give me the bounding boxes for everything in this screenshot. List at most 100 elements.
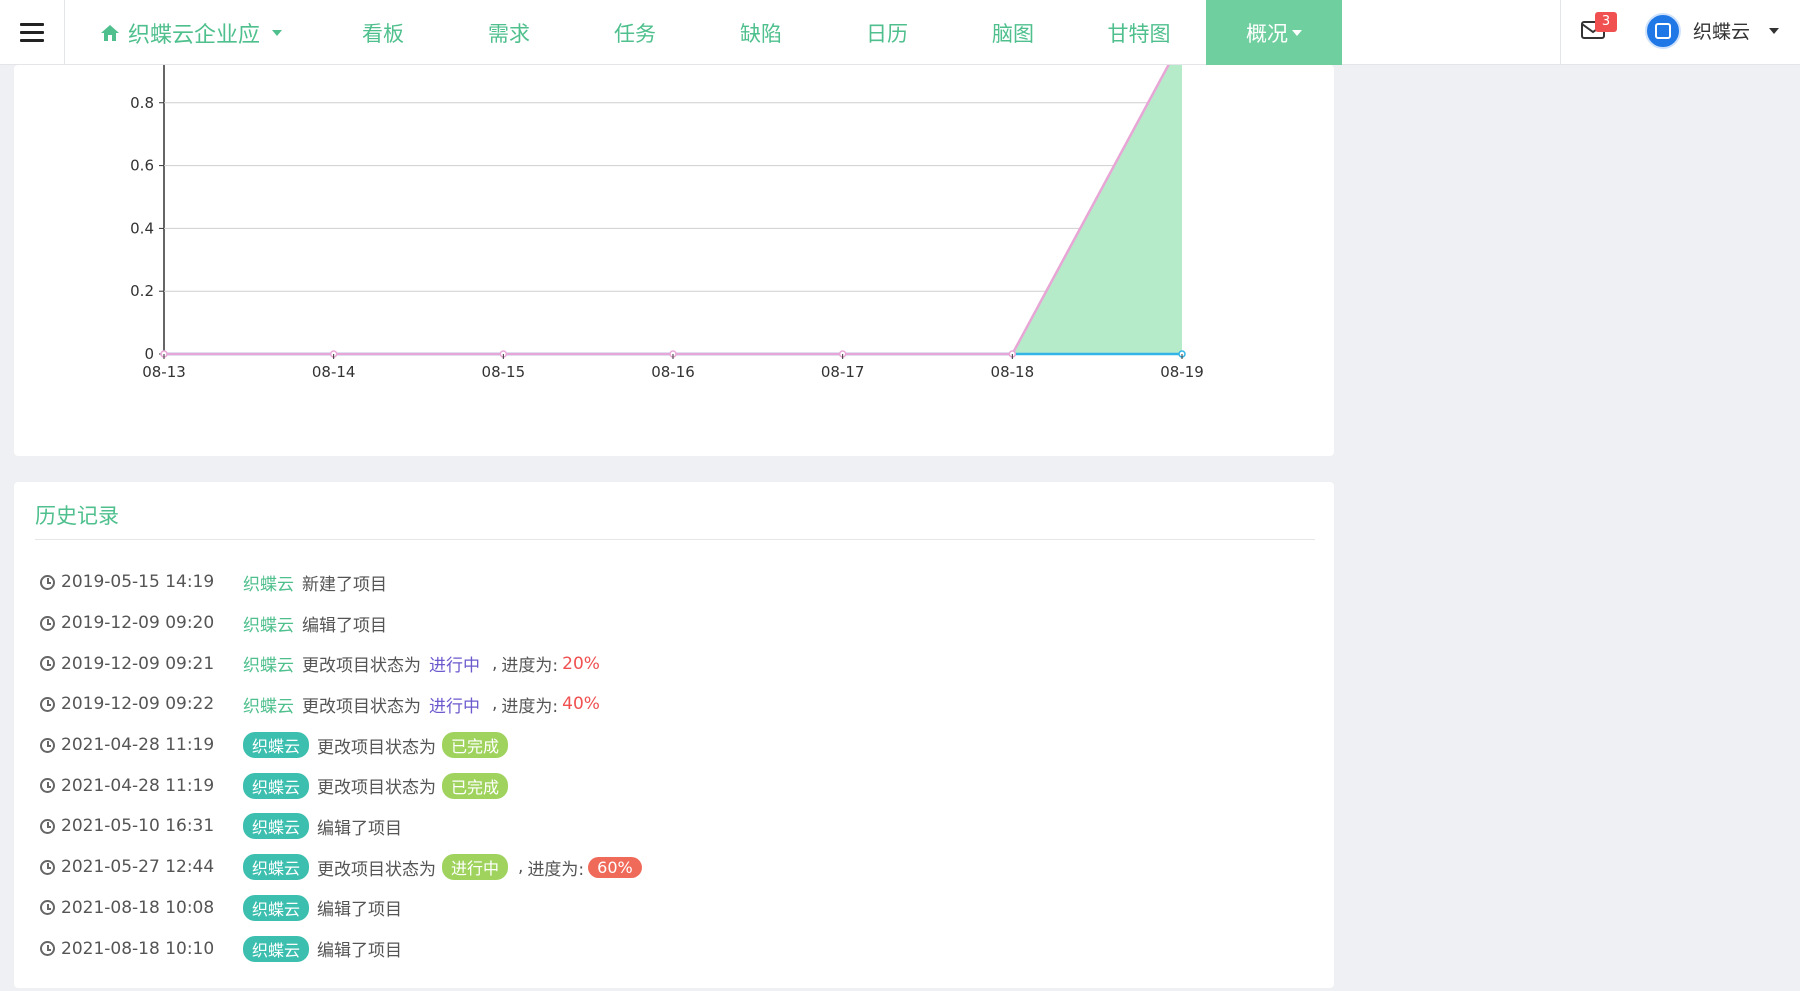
tab-tasks[interactable]: 任务 [572, 0, 698, 65]
tab-gantt[interactable]: 甘特图 [1076, 0, 1202, 65]
progress-label: 进度为: [501, 656, 559, 677]
mail-count-badge: 3 [1595, 12, 1617, 32]
y-tick-label: 0.6 [130, 157, 154, 175]
clock-icon [40, 859, 55, 875]
tab-calendar[interactable]: 日历 [824, 0, 950, 65]
status-badge: 已完成 [442, 732, 509, 759]
menu-toggle-icon[interactable] [0, 0, 65, 65]
history-time: 2019-12-09 09:20 [61, 613, 215, 634]
x-tick-label: 08-15 [482, 363, 526, 381]
history-user[interactable]: 织蝶云 [243, 894, 310, 921]
history-user[interactable]: 织蝶云 [243, 570, 294, 595]
series-line-0 [164, 65, 1170, 356]
history-action: 编辑了项目 [302, 615, 387, 636]
tab-defects[interactable]: 缺陷 [698, 0, 824, 65]
history-action: 更改项目状态为 [302, 656, 421, 677]
history-user[interactable]: 织蝶云 [243, 935, 310, 962]
clock-icon [40, 778, 55, 794]
history-user[interactable]: 织蝶云 [243, 692, 294, 717]
history-action: 编辑了项目 [317, 941, 403, 962]
clock-icon [40, 615, 55, 631]
home-icon [101, 24, 119, 41]
tab-mindmap[interactable]: 脑图 [950, 0, 1076, 65]
history-list: 2019-05-15 14:19 织蝶云 新建了项目 2019-12-09 09:20… [40, 562, 1320, 969]
history-action: 更改项目状态为 [302, 696, 421, 717]
project-switcher[interactable]: 织蝶云企业应 [100, 0, 283, 65]
module-tabs: 看板 需求 任务 缺陷 日历 脑图 甘特图 概况 [320, 0, 1342, 65]
history-item: 2021-05-10 16:31 织蝶云 编辑了项目 [40, 806, 1320, 847]
chevron-down-icon [1292, 29, 1302, 36]
status-badge: 已完成 [442, 772, 509, 799]
separator: , [492, 694, 498, 715]
clock-icon [40, 900, 55, 916]
separator: , [492, 653, 498, 674]
y-tick-label: 0.8 [130, 94, 154, 112]
progress-label: 进度为: [527, 859, 585, 880]
y-tick-label: 0.4 [130, 219, 154, 237]
history-user[interactable]: 织蝶云 [243, 854, 310, 881]
x-tick-label: 08-13 [142, 363, 186, 381]
history-user[interactable]: 织蝶云 [243, 732, 310, 759]
history-user[interactable]: 织蝶云 [243, 611, 294, 636]
x-tick-label: 08-16 [651, 363, 695, 381]
history-item: 2019-12-09 09:22 织蝶云 更改项目状态为 进行中, 进度为: 40% [40, 684, 1320, 725]
x-tick-label: 08-18 [991, 363, 1035, 381]
history-time: 2021-05-27 12:44 [61, 857, 215, 878]
history-action: 更改项目状态为 [317, 859, 437, 880]
tab-overview[interactable]: 概况 [1206, 0, 1342, 65]
history-item: 2019-05-15 14:19 织蝶云 新建了项目 [40, 562, 1320, 603]
clock-icon [40, 696, 55, 712]
progress-label: 进度为: [501, 696, 559, 717]
progress-value: 60% [588, 856, 642, 878]
history-time: 2019-05-15 14:19 [61, 572, 215, 593]
user-name[interactable]: 织蝶云 [1693, 17, 1750, 44]
history-action: 编辑了项目 [317, 818, 403, 839]
x-tick-label: 08-17 [821, 363, 865, 381]
clock-icon [40, 656, 55, 672]
history-action: 编辑了项目 [317, 900, 403, 921]
y-tick-label: 0.2 [130, 282, 154, 300]
history-card: 历史记录 2019-05-15 14:19 织蝶云 新建了项目 2019-12-09 … [14, 482, 1334, 988]
clock-icon [40, 737, 55, 753]
history-user[interactable]: 织蝶云 [243, 813, 310, 840]
history-time: 2021-05-10 16:31 [61, 816, 215, 837]
progress-area-chart: 0 0.2 0.4 0.6 0.8 08-13 08-14 08-15 08-16 08-17 0… [130, 65, 1204, 381]
history-item: 2021-04-28 11:19 织蝶云 更改项目状态为 已完成 [40, 725, 1320, 766]
history-action: 更改项目状态为 [317, 737, 437, 758]
history-time: 2021-08-18 10:10 [61, 938, 215, 959]
status-badge: 进行中 [429, 696, 480, 717]
history-action: 新建了项目 [302, 574, 387, 595]
user-area: 3 织蝶云 [1560, 0, 1800, 65]
history-time: 2019-12-09 09:21 [61, 653, 215, 674]
history-time: 2021-08-18 10:08 [61, 897, 215, 918]
x-tick-label: 08-19 [1160, 363, 1204, 381]
clock-icon [40, 818, 55, 834]
avatar[interactable] [1645, 13, 1681, 49]
clock-icon [40, 574, 55, 590]
progress-value: 40% [562, 694, 600, 715]
history-item: 2021-08-18 10:08 织蝶云 编辑了项目 [40, 888, 1320, 929]
chevron-down-icon[interactable] [1769, 28, 1779, 34]
history-action: 更改项目状态为 [317, 778, 437, 799]
top-navbar: 织蝶云企业应 看板 需求 任务 缺陷 日历 脑图 甘特图 概况 3 织蝶云 [0, 0, 1800, 65]
history-time: 2021-04-28 11:19 [61, 735, 215, 756]
divider [35, 539, 1315, 540]
clock-icon [40, 941, 55, 957]
separator: , [518, 857, 524, 878]
history-time: 2019-12-09 09:22 [61, 694, 215, 715]
tab-requirements[interactable]: 需求 [446, 0, 572, 65]
history-user[interactable]: 织蝶云 [243, 651, 294, 676]
logo-icon [1655, 23, 1671, 39]
tab-overview-label: 概况 [1246, 21, 1288, 46]
progress-chart-card: 0 0.2 0.4 0.6 0.8 08-13 08-14 08-15 08-16 08-17 0… [14, 65, 1334, 456]
x-tick-label: 08-14 [312, 363, 356, 381]
y-tick-label: 0 [144, 345, 154, 363]
project-name: 织蝶云企业应 [128, 22, 261, 48]
history-item: 2021-08-18 10:10 织蝶云 编辑了项目 [40, 928, 1320, 969]
history-item: 2021-04-28 11:19 织蝶云 更改项目状态为 已完成 [40, 765, 1320, 806]
tab-kanban[interactable]: 看板 [320, 0, 446, 65]
status-badge: 进行中 [429, 656, 480, 677]
history-user[interactable]: 织蝶云 [243, 772, 310, 799]
history-item: 2019-12-09 09:21 织蝶云 更改项目状态为 进行中, 进度为: 20% [40, 643, 1320, 684]
history-item: 2021-05-27 12:44 织蝶云 更改项目状态为 进行中, 进度为: 60% [40, 847, 1320, 888]
